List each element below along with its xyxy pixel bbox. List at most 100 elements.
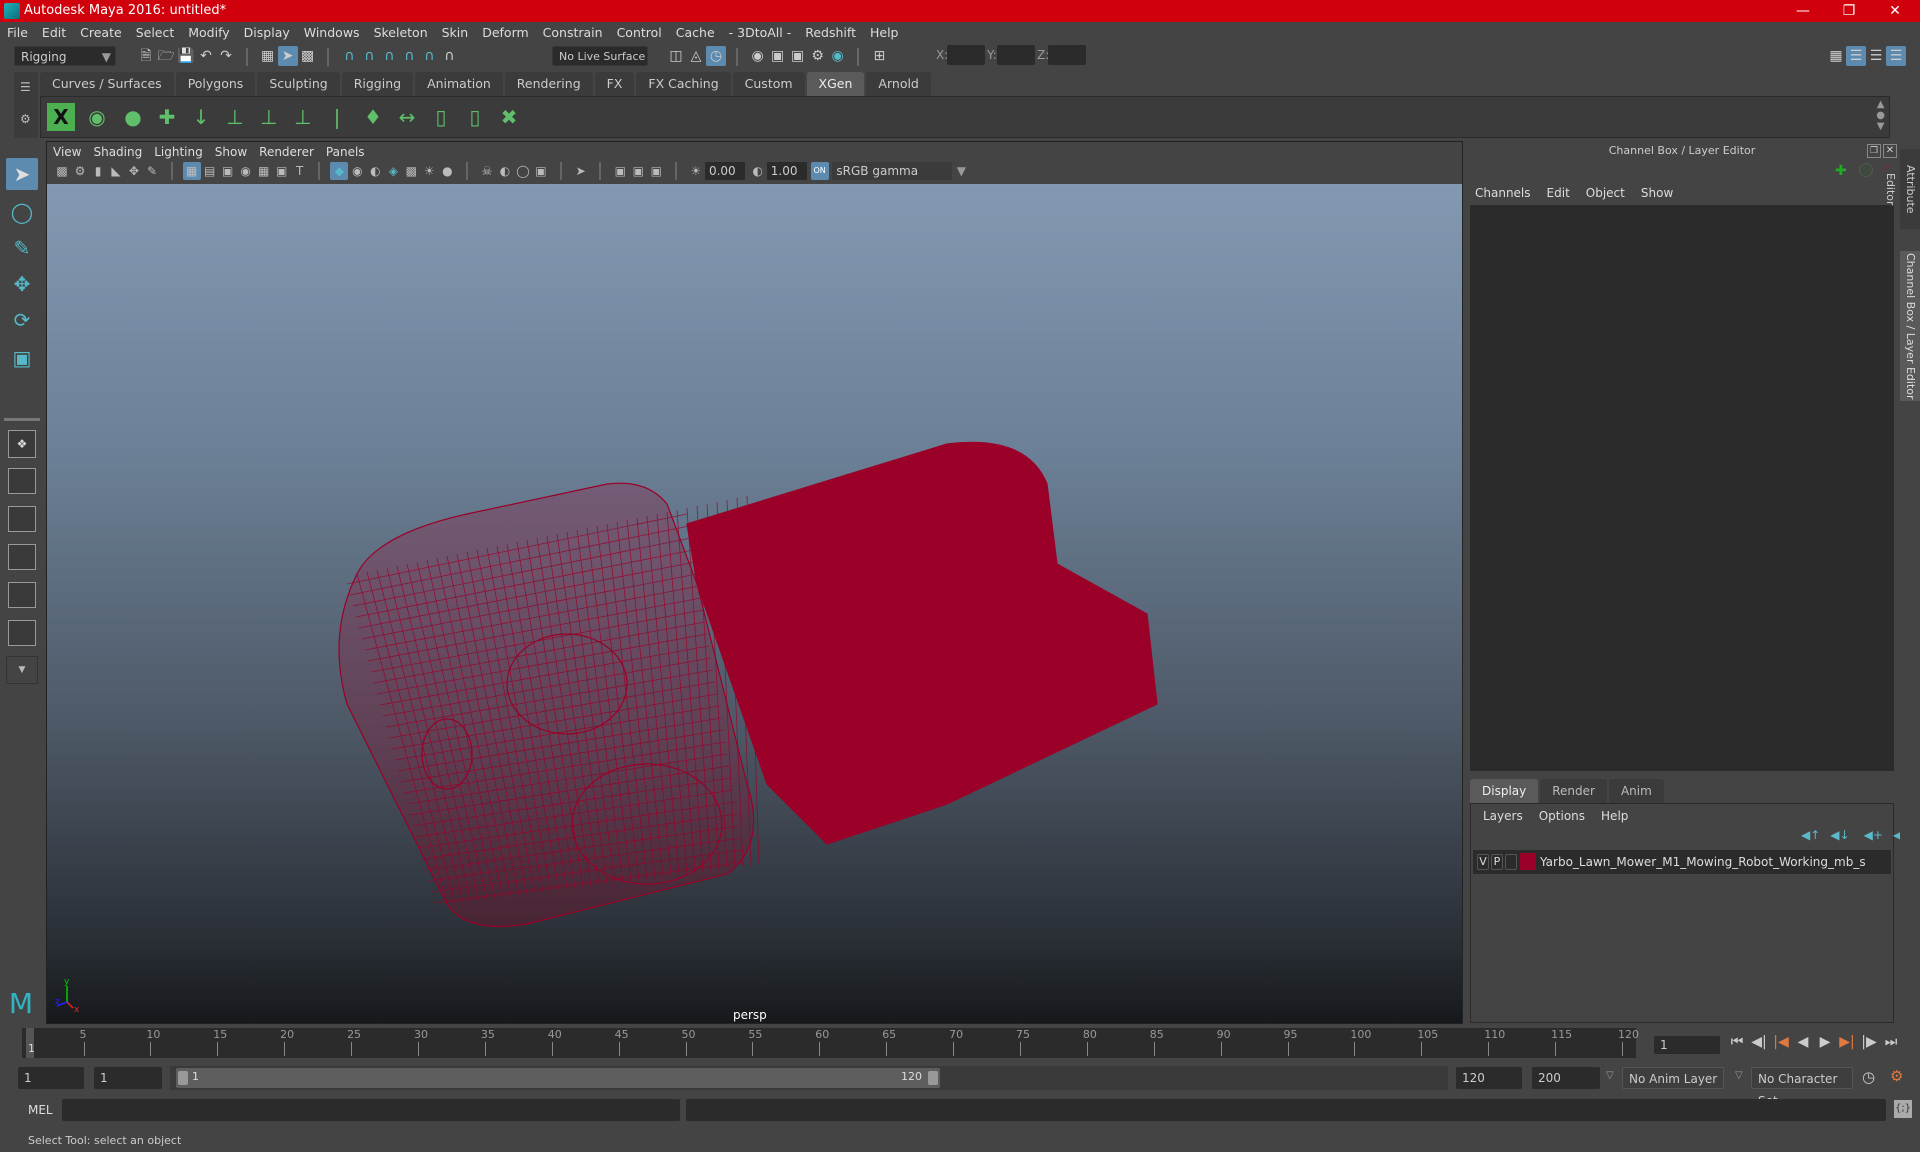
menu-deform[interactable]: Deform [475,22,535,44]
view-transform-dropdown[interactable]: sRGB gamma [832,162,953,180]
restore-button[interactable]: ❐ [1826,0,1872,22]
shelf-tab-polygons[interactable]: Polygons [175,72,256,96]
isolate-select-icon[interactable]: ➤ [572,162,590,180]
go-to-start-icon[interactable]: ⏮ [1726,1034,1748,1050]
animation-start-field[interactable]: 1 [18,1067,84,1089]
cb-menu-channels[interactable]: Channels [1467,183,1539,203]
four-view-layout-icon[interactable] [8,468,36,494]
render-frame-icon[interactable]: ▣ [768,46,788,66]
hypershade-persp-layout-icon[interactable] [8,582,36,608]
go-to-end-icon[interactable]: ⏭ [1880,1034,1902,1050]
close-panel-icon[interactable]: ✕ [1883,144,1897,158]
hud-icon[interactable]: ▣ [611,162,629,180]
shelf-tab-rigging[interactable]: Rigging [341,72,414,96]
menu-modify[interactable]: Modify [181,22,236,44]
shelf-tab-fx-caching[interactable]: FX Caching [636,72,731,96]
layer-playback-toggle[interactable]: P [1491,854,1503,870]
le-menu-layers[interactable]: Layers [1475,806,1531,826]
3d-viewport[interactable]: y z x persp [47,184,1462,1023]
manipulator-icon[interactable]: ▣ [647,162,665,180]
single-perspective-layout-icon[interactable]: ❖ [8,430,36,458]
step-back-key-icon[interactable]: |◀ [1770,1034,1792,1050]
shelf-settings-gear-icon[interactable]: ⚙ [20,112,31,126]
channel-list[interactable] [1470,205,1894,771]
render-view-icon[interactable]: ◉ [748,46,768,66]
range-slider-track[interactable]: 1 120 [170,1066,1448,1090]
vp-menu-panels[interactable]: Panels [320,142,371,162]
2d-pan-zoom-icon[interactable]: ✥ [125,162,143,180]
x-field[interactable] [947,45,985,65]
menu-skeleton[interactable]: Skeleton [367,22,435,44]
xgen-create-description-icon[interactable]: ● [119,103,147,131]
safe-action-icon[interactable]: ▣ [273,162,291,180]
field-chart-icon[interactable]: ▦ [255,162,273,180]
xgen-bend-guide-icon[interactable]: ❘ [323,103,351,131]
move-layer-down-icon[interactable]: ◀↓ [1830,828,1849,842]
xgen-guide-shape-icon[interactable]: ▯ [461,103,489,131]
rotate-tool-icon[interactable]: ⟳ [6,304,38,336]
step-back-frame-icon[interactable]: ◀| [1748,1034,1770,1050]
play-forwards-icon[interactable]: ▶ [1814,1034,1836,1050]
select-tool-icon[interactable]: ➤ [6,158,38,190]
menu-display[interactable]: Display [237,22,297,44]
ui-icon[interactable]: ▣ [629,162,647,180]
shelf-tab-sculpting[interactable]: Sculpting [257,72,340,96]
exposure-icon[interactable]: ☀ [687,162,705,180]
z-field[interactable] [1048,45,1086,65]
menu-select[interactable]: Select [129,22,182,44]
range-start-grip[interactable] [178,1071,188,1085]
make-live-icon[interactable]: ∩ [439,46,459,66]
xgen-density-icon[interactable]: ♦ [359,103,387,131]
bookmark-icon[interactable]: ▮ [89,162,107,180]
menu-edit[interactable]: Edit [35,22,73,44]
le-menu-options[interactable]: Options [1531,806,1593,826]
tab-channel-box-layer-editor[interactable]: Channel Box / Layer Editor [1900,251,1920,401]
resolution-gate-icon[interactable]: ▣ [219,162,237,180]
gamma-field[interactable]: 1.00 [766,162,807,180]
play-backwards-icon[interactable]: ◀ [1792,1034,1814,1050]
range-end-grip[interactable] [928,1071,938,1085]
redo-icon[interactable]: ↷ [216,46,236,66]
select-component-icon[interactable]: ▩ [298,46,318,66]
animation-end-field[interactable]: 200 [1532,1067,1600,1089]
character-set-dropdown[interactable]: No Character Set [1751,1067,1853,1108]
ambient-occlusion-icon[interactable]: ● [438,162,456,180]
smooth-shade-icon[interactable]: ◉ [348,162,366,180]
shelf-tab-menu-icon[interactable]: ☰ [20,80,31,94]
snap-grid-icon[interactable]: ∩ [339,46,359,66]
playback-start-field[interactable]: 1 [94,1067,162,1089]
shelf-tab-rendering[interactable]: Rendering [504,72,593,96]
xgen-delete-guide-icon[interactable]: ✖ [495,103,523,131]
channel-box-toggle-icon[interactable]: ☰ [1886,46,1906,66]
command-language-label[interactable]: MEL [28,1103,53,1117]
output-ops-icon[interactable]: ◬ [686,46,706,66]
safe-title-icon[interactable]: T [291,162,309,180]
paint-select-tool-icon[interactable]: ✎ [6,232,38,264]
shelf-tab-custom[interactable]: Custom [732,72,805,96]
textured-icon[interactable]: ◈ [384,162,402,180]
scale-tool-icon[interactable]: ▣ [6,342,38,374]
color-management-toggle-icon[interactable]: ON [810,162,829,180]
new-layer-icon[interactable]: ◀+ [1864,828,1883,842]
xgen-add-guide-icon[interactable]: ✚ [153,103,181,131]
menuset-dropdown[interactable]: Rigging ▼ [14,46,116,66]
layer-name[interactable]: Yarbo_Lawn_Mower_M1_Mowing_Robot_Working… [1540,850,1885,874]
auto-key-icon[interactable]: ◷ [1862,1068,1875,1086]
construction-history-icon[interactable]: ◷ [706,46,726,66]
wireframe-icon[interactable]: ◆ [330,162,349,180]
menu-file[interactable]: File [0,22,35,44]
attribute-editor-toggle-icon[interactable]: ☰ [1846,46,1866,66]
cb-menu-object[interactable]: Object [1578,183,1633,203]
transform-constraint-icon[interactable]: ⊞ [869,46,889,66]
grease-pencil-icon[interactable]: ✎ [143,162,161,180]
modeling-toolkit-icon[interactable]: ▦ [1826,46,1846,66]
vp-menu-view[interactable]: View [47,142,87,162]
select-hierarchy-icon[interactable]: ▦ [258,46,278,66]
float-panel-icon[interactable]: ❐ [1867,144,1881,158]
tab-render[interactable]: Render [1540,779,1607,803]
snap-surface-icon[interactable]: ∩ [419,46,439,66]
wireframe-on-shaded-icon[interactable]: ◐ [366,162,384,180]
xgen-groom-icon[interactable]: ↔ [393,103,421,131]
layer-visibility-toggle[interactable]: V [1477,854,1489,870]
xray-active-icon[interactable]: ◐ [496,162,514,180]
